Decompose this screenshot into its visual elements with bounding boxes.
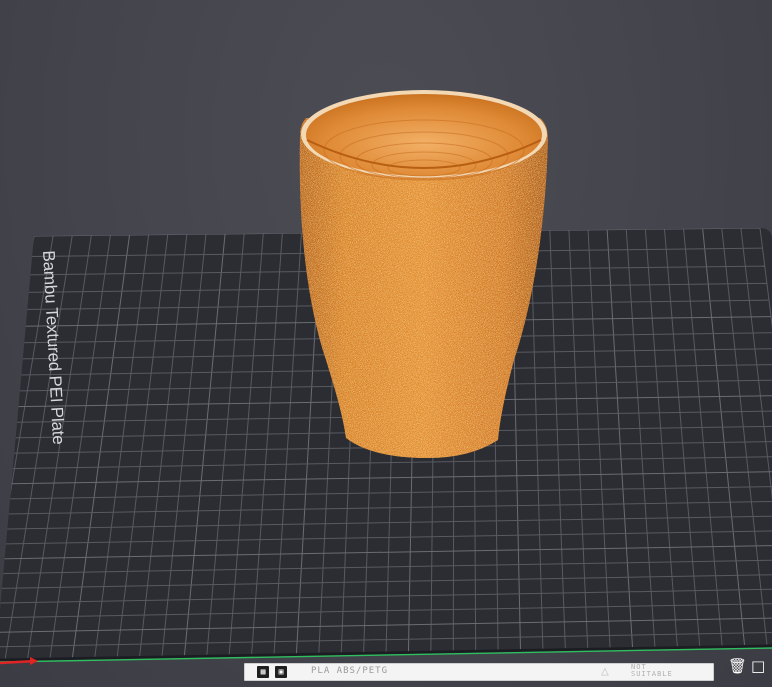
- compatible-filaments: PLA ABS/PETG: [311, 666, 389, 676]
- plate-toolbar: ▦ ▣ PLA ABS/PETG △ NOT SUITABLE 🗑 □: [236, 657, 772, 687]
- warning-icon: △: [601, 664, 609, 679]
- trash-icon[interactable]: 🗑: [728, 657, 747, 675]
- plate-info-chip[interactable]: ▦ ▣ PLA ABS/PETG △ NOT SUITABLE: [244, 663, 714, 681]
- plate-tools: 🗑 □: [728, 657, 769, 677]
- warning-text: NOT SUITABLE: [631, 663, 673, 678]
- 3d-viewport[interactable]: Bambu Textured PEI Plate ▦ ▣ PLA ABS/PET…: [0, 0, 772, 687]
- plate-settings-icon[interactable]: ▣: [275, 666, 287, 678]
- scene-svg: [0, 90, 772, 665]
- plate-box-icon[interactable]: □: [751, 657, 765, 675]
- plate-type-icon[interactable]: ▦: [257, 666, 269, 678]
